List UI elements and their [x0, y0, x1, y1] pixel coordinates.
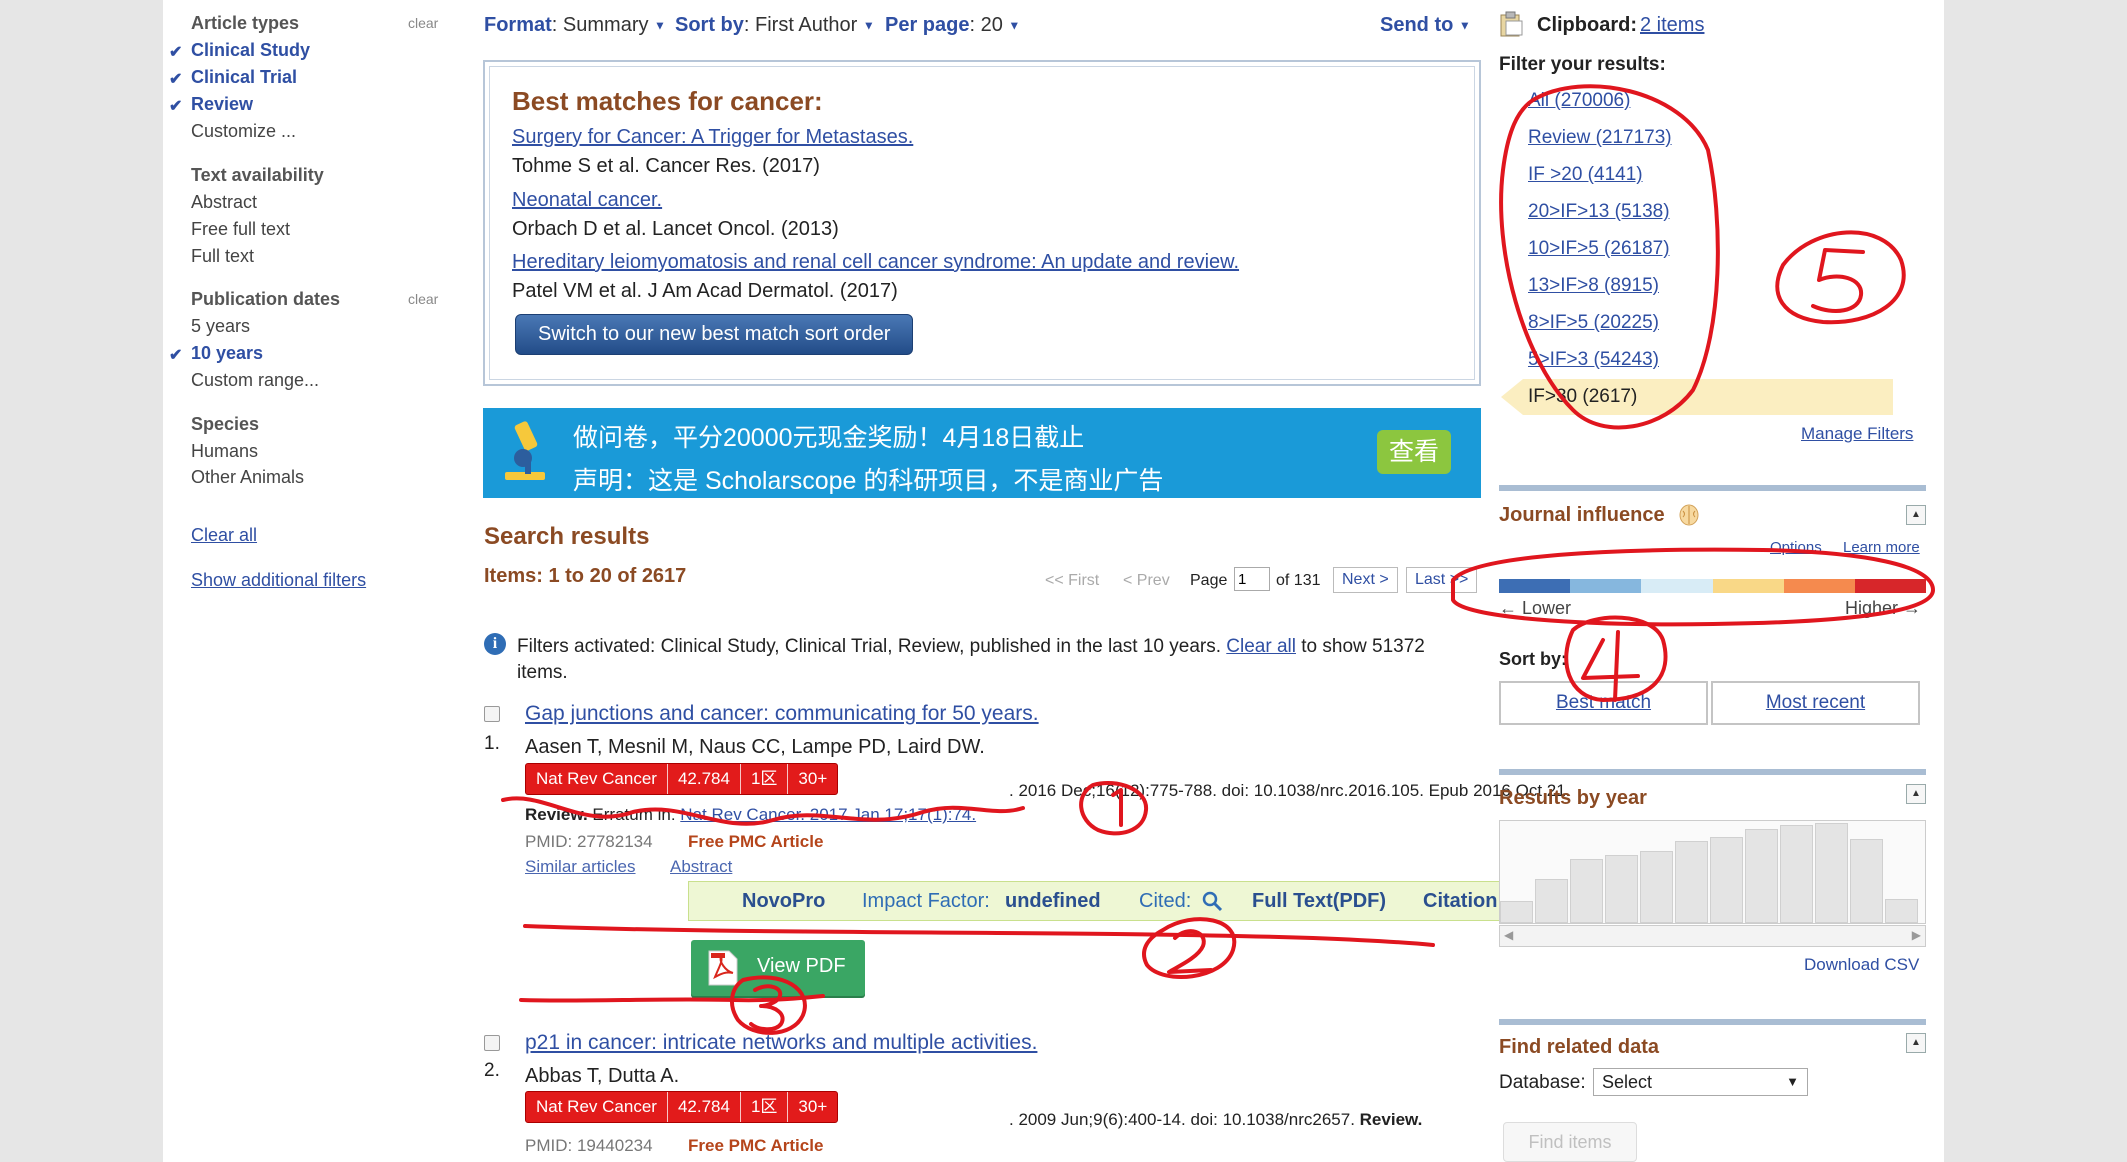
- red-annotations-overlay: [501, 84, 1935, 1035]
- page: Article types clear ✔ Clinical Study ✔ C…: [163, 0, 1944, 1162]
- annotation-digit-5: [1811, 248, 1865, 313]
- annotation-circle-1: [1079, 781, 1149, 836]
- annotation-oval-filters: [1499, 84, 1720, 430]
- annotation-digit-2: [1167, 929, 1213, 974]
- annotation-circle-2: [1142, 917, 1237, 979]
- annotation-digit-1: [1111, 788, 1123, 827]
- annotation-underline-1: [501, 796, 1025, 826]
- annotation-oval-scale: [1451, 547, 1935, 627]
- annotation-digit-3: [749, 984, 785, 1032]
- annotation-underline-2: [523, 924, 1435, 947]
- annotation-digit-4: [1581, 630, 1640, 702]
